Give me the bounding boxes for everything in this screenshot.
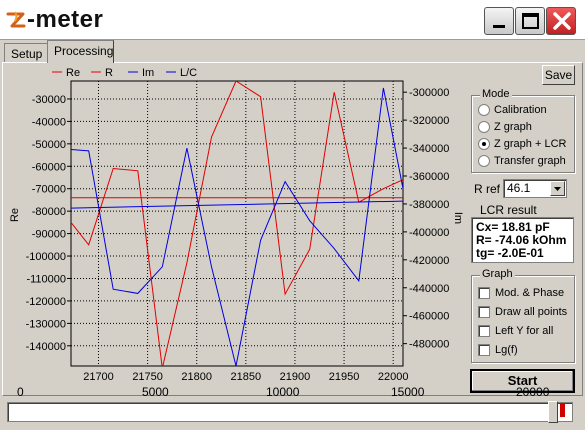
y2-tick-label: -440000 xyxy=(409,283,449,295)
checkbox-log-f[interactable]: Lg(f) xyxy=(478,342,518,358)
y-tick-label: -100000 xyxy=(26,251,66,263)
checkbox[interactable] xyxy=(478,306,490,318)
lcr-result-title: LCR result xyxy=(480,203,537,217)
graph-options-group: Graph Mod. & Phase Draw all points Left … xyxy=(471,268,575,363)
y-axis-title: Re xyxy=(9,208,21,222)
rref-value: 46.1 xyxy=(507,181,531,195)
x-tick-label: 22000 xyxy=(378,371,409,383)
dropdown-button[interactable] xyxy=(550,181,565,196)
rref-label: R ref xyxy=(474,182,501,196)
legend-label: Im xyxy=(142,67,154,79)
ruler-label: 15000 xyxy=(391,385,425,399)
radio-button[interactable] xyxy=(478,121,490,133)
legend-label: Re xyxy=(66,67,80,79)
ruler-label: 20000 xyxy=(516,385,550,399)
checkbox-mod-phase[interactable]: Mod. & Phase xyxy=(478,285,564,301)
y2-axis-title: Im xyxy=(452,212,464,224)
y2-tick-label: -420000 xyxy=(409,255,449,267)
y-tick-label: -130000 xyxy=(26,318,66,330)
checkbox[interactable] xyxy=(478,287,490,299)
checkbox-draw-all-points[interactable]: Draw all points xyxy=(478,304,567,320)
y2-tick-label: -380000 xyxy=(409,199,449,211)
y2-tick-label: -400000 xyxy=(409,227,449,239)
x-tick-label: 21700 xyxy=(83,371,114,383)
y-tick-label: -50000 xyxy=(32,139,66,151)
y-tick-label: -140000 xyxy=(26,341,66,353)
chevron-down-icon xyxy=(554,187,561,191)
y2-tick-label: -340000 xyxy=(409,143,449,155)
y2-tick-label: -300000 xyxy=(409,87,449,99)
checkbox-label: Draw all points xyxy=(495,306,568,318)
ruler-label: 5000 xyxy=(142,385,169,399)
lcr-result-box: Cx= 18.81 pF R= -74.06 kOhm tg= -2.0E-01 xyxy=(471,217,574,263)
frequency-slider-thumb[interactable] xyxy=(548,401,558,423)
x-tick-label: 21800 xyxy=(181,371,212,383)
graph-group-title: Graph xyxy=(480,268,515,280)
checkbox[interactable] xyxy=(478,344,490,356)
checkbox-label: Lg(f) xyxy=(495,344,518,356)
y-tick-label: -60000 xyxy=(32,161,66,173)
radio-button[interactable] xyxy=(478,155,490,167)
rref-select[interactable]: 46.1 xyxy=(503,179,567,198)
y-tick-label: -120000 xyxy=(26,296,66,308)
y2-tick-label: -360000 xyxy=(409,171,449,183)
ruler-label: 0 xyxy=(17,385,24,399)
y-tick-label: -40000 xyxy=(32,116,66,128)
tab-processing[interactable]: Processing xyxy=(47,40,114,63)
y2-tick-label: -320000 xyxy=(409,115,449,127)
mode-option-label: Calibration xyxy=(494,104,547,116)
mode-option-label: Z graph + LCR xyxy=(494,138,567,150)
y-tick-label: -70000 xyxy=(32,184,66,196)
mode-group: Mode Calibration Z graph Z graph + LCR T… xyxy=(471,88,575,173)
x-tick-label: 21850 xyxy=(231,371,262,383)
lcr-tangent: tg= -2.0E-01 xyxy=(476,246,544,260)
legend-label: R xyxy=(105,67,113,79)
mode-option-label: Transfer graph xyxy=(494,155,566,167)
mode-option-z-graph-lcr[interactable]: Z graph + LCR xyxy=(478,136,566,152)
y-tick-label: -90000 xyxy=(32,229,66,241)
legend-label: L/C xyxy=(180,67,197,79)
checkbox-left-y-for-all[interactable]: Left Y for all xyxy=(478,323,553,339)
mode-option-z-graph[interactable]: Z graph xyxy=(478,119,532,135)
checkbox-label: Left Y for all xyxy=(495,325,554,337)
y-tick-label: -80000 xyxy=(32,206,66,218)
checkbox-label: Mod. & Phase xyxy=(495,287,565,299)
checkbox[interactable] xyxy=(478,325,490,337)
frequency-slider-track[interactable] xyxy=(7,402,573,422)
mode-option-calibration[interactable]: Calibration xyxy=(478,102,547,118)
radio-button-selected[interactable] xyxy=(478,138,490,150)
x-tick-label: 21950 xyxy=(329,371,360,383)
x-tick-label: 21900 xyxy=(280,371,311,383)
y2-tick-label: -460000 xyxy=(409,311,449,323)
frequency-marker xyxy=(560,403,565,417)
y-tick-label: -110000 xyxy=(26,273,66,285)
mode-group-title: Mode xyxy=(480,88,512,100)
y2-tick-label: -480000 xyxy=(409,339,449,351)
ruler-label: 10000 xyxy=(266,385,300,399)
radio-button[interactable] xyxy=(478,104,490,116)
mode-option-transfer-graph[interactable]: Transfer graph xyxy=(478,153,566,169)
y-tick-label: -30000 xyxy=(32,94,66,106)
x-tick-label: 21750 xyxy=(132,371,163,383)
save-button[interactable]: Save xyxy=(542,65,575,85)
mode-option-label: Z graph xyxy=(494,121,532,133)
